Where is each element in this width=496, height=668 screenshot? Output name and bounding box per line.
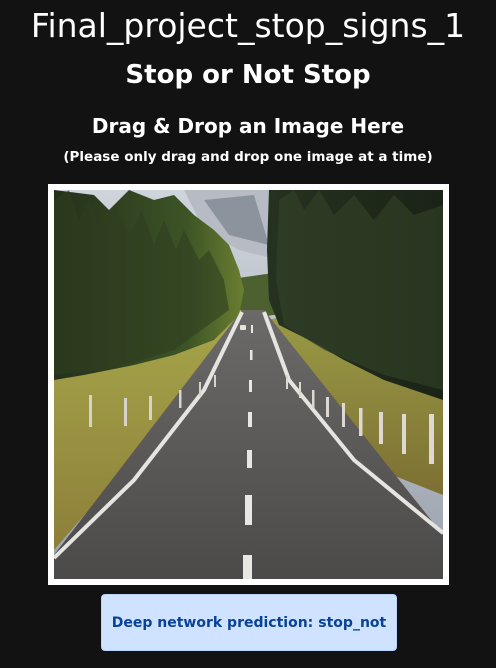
prediction-alert: Deep network prediction: stop_not bbox=[101, 594, 397, 651]
page-subtitle: Stop or Not Stop bbox=[125, 60, 371, 90]
app-title: Final_project_stop_signs_1 bbox=[30, 6, 466, 45]
prediction-label: Deep network prediction: bbox=[111, 614, 314, 631]
image-drop-zone[interactable] bbox=[48, 184, 449, 585]
drop-instructions: (Please only drag and drop one image at … bbox=[63, 149, 433, 165]
prediction-value: stop_not bbox=[318, 614, 387, 631]
uploaded-image bbox=[54, 190, 443, 579]
drop-heading: Drag & Drop an Image Here bbox=[91, 114, 405, 138]
